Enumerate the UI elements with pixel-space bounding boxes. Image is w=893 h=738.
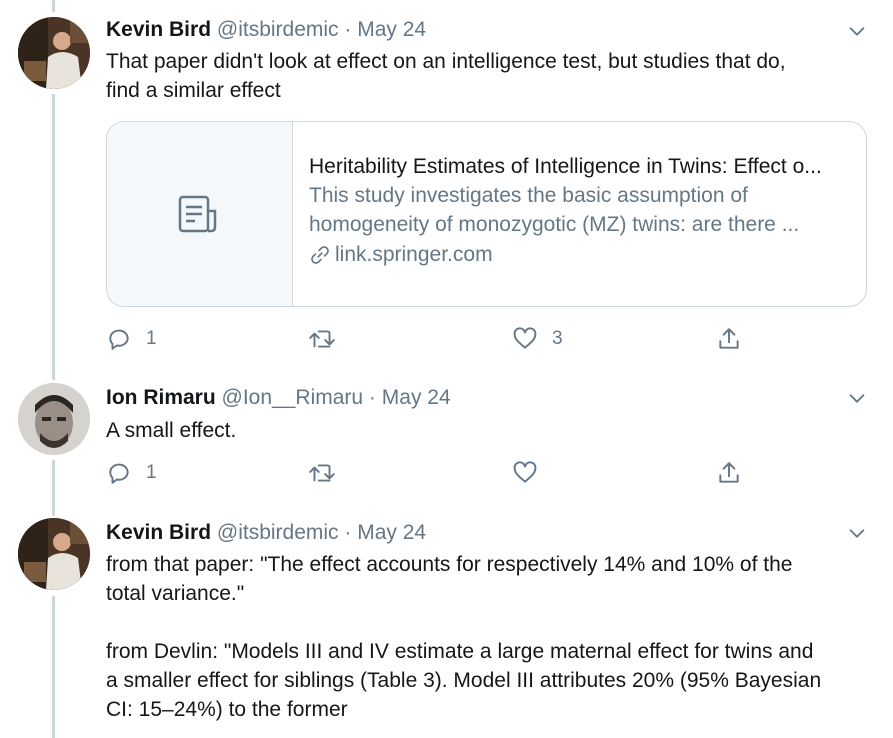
tweet-line: a smaller effect for siblings (Table 3).… xyxy=(106,669,822,692)
tweet-text: That paper didn't look at effect on an i… xyxy=(106,47,876,105)
link-icon xyxy=(311,246,329,264)
like-count: 3 xyxy=(552,328,563,349)
heart-icon xyxy=(513,327,537,349)
like-button[interactable]: 3 xyxy=(512,324,563,354)
tweet-actions: 1 xyxy=(106,458,866,488)
reply-button[interactable]: 1 xyxy=(106,324,157,354)
separator: · xyxy=(368,386,376,409)
article-icon xyxy=(178,195,217,233)
separator: · xyxy=(344,18,352,41)
tweet[interactable]: Kevin Bird @itsbirdemic · May 24 That pa… xyxy=(0,0,893,370)
reply-icon xyxy=(109,463,129,484)
card-thumbnail xyxy=(107,122,293,306)
author-name[interactable]: Kevin Bird xyxy=(106,18,211,41)
tweet-line: from that paper: "The effect accounts fo… xyxy=(106,553,793,576)
tweet-line: total variance." xyxy=(106,582,245,605)
avatar[interactable] xyxy=(18,383,90,455)
tweet-line: find a similar effect xyxy=(106,79,281,102)
reply-count: 1 xyxy=(146,462,157,483)
share-button[interactable] xyxy=(716,324,742,354)
tweet-date[interactable]: May 24 xyxy=(357,18,426,41)
share-icon xyxy=(719,328,739,349)
tweet-date[interactable]: May 24 xyxy=(382,386,451,409)
tweet-line: CI: 15–24%) to the former xyxy=(106,698,348,721)
tweet-actions: 1 3 xyxy=(106,324,866,354)
tweet-line: That paper didn't look at effect on an i… xyxy=(106,50,786,73)
author-handle[interactable]: @itsbirdemic xyxy=(217,521,339,544)
chevron-down-icon[interactable] xyxy=(846,387,868,409)
author-name[interactable]: Ion Rimaru xyxy=(106,386,216,409)
share-icon xyxy=(719,462,739,483)
retweet-button[interactable] xyxy=(308,324,350,354)
chevron-down-icon[interactable] xyxy=(846,522,868,544)
retweet-button[interactable] xyxy=(308,458,350,488)
tweet-text: from that paper: "The effect accounts fo… xyxy=(106,550,876,724)
card-domain[interactable]: link.springer.com xyxy=(309,239,857,271)
chevron-down-icon[interactable] xyxy=(846,20,868,42)
avatar[interactable] xyxy=(18,17,90,89)
tweet-line: A small effect. xyxy=(106,419,237,442)
retweet-icon xyxy=(309,464,335,482)
tweet-line xyxy=(106,608,876,637)
card-description: This study investigates the basic assump… xyxy=(309,181,857,239)
card-description-line: homogeneity of monozygotic (MZ) twins: a… xyxy=(309,213,800,236)
author-name[interactable]: Kevin Bird xyxy=(106,521,211,544)
avatar[interactable] xyxy=(18,518,90,590)
reply-icon xyxy=(109,329,129,350)
tweet[interactable]: Ion Rimaru @Ion__Rimaru · May 24 A small… xyxy=(0,370,893,505)
share-button[interactable] xyxy=(716,458,742,488)
card-description-line: This study investigates the basic assump… xyxy=(309,184,748,207)
card-title[interactable]: Heritability Estimates of Intelligence i… xyxy=(309,152,857,181)
reply-button[interactable]: 1 xyxy=(106,458,157,488)
tweet-text: A small effect. xyxy=(106,416,876,445)
link-card[interactable]: Heritability Estimates of Intelligence i… xyxy=(106,121,867,307)
tweet-line: from Devlin: "Models III and IV estimate… xyxy=(106,640,814,663)
separator: · xyxy=(344,521,352,544)
heart-icon xyxy=(513,461,537,483)
author-handle[interactable]: @itsbirdemic xyxy=(217,18,339,41)
card-domain-text: link.springer.com xyxy=(335,243,493,266)
author-handle[interactable]: @Ion__Rimaru xyxy=(222,386,364,409)
retweet-icon xyxy=(309,330,335,348)
like-button[interactable] xyxy=(512,458,552,488)
tweet[interactable]: Kevin Bird @itsbirdemic · May 24 from th… xyxy=(0,505,893,738)
tweet-date[interactable]: May 24 xyxy=(357,521,426,544)
reply-count: 1 xyxy=(146,328,157,349)
